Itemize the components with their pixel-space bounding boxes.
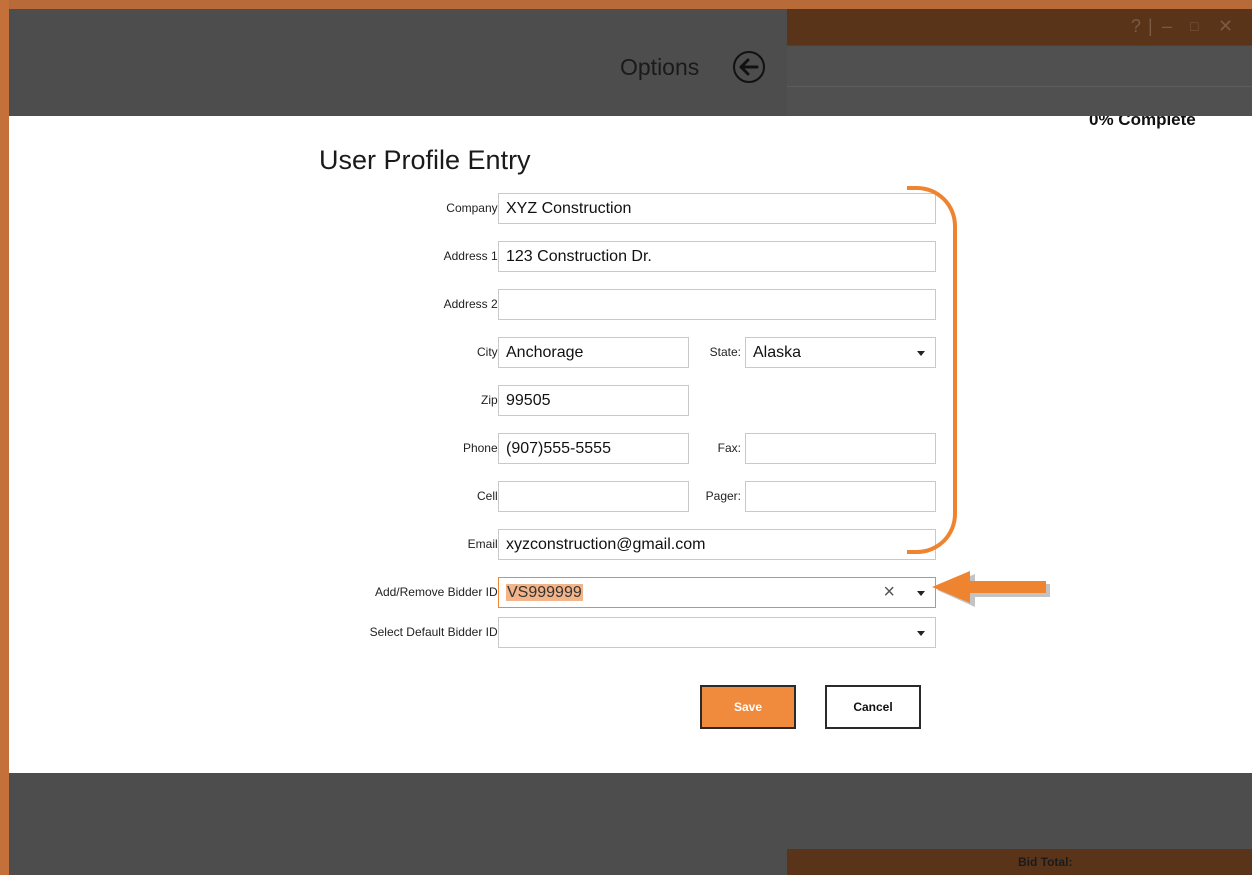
title-bar-separator: | <box>1148 16 1153 36</box>
back-button[interactable] <box>733 51 765 83</box>
minimize-button[interactable]: – <box>1162 14 1172 38</box>
cell-field[interactable] <box>498 481 689 512</box>
bidder-id-combobox[interactable]: VS999999 × <box>498 577 936 608</box>
default-bidder-label: Select Default Bidder ID: <box>369 625 501 639</box>
maximize-button[interactable]: □ <box>1190 14 1198 38</box>
window-frame-left <box>0 0 9 875</box>
pager-label: Pager: <box>705 489 741 503</box>
window-frame-top <box>0 0 1252 9</box>
close-button[interactable]: ✕ <box>1218 14 1233 38</box>
address1-label: Address 1: <box>443 249 501 263</box>
progress-text: 0% Complete <box>1089 116 1196 129</box>
clear-icon[interactable]: × <box>883 578 895 607</box>
address1-field[interactable]: 123 Construction Dr. <box>498 241 936 272</box>
bid-total-label: Bid Total: <box>1018 855 1073 869</box>
company-field[interactable]: XYZ Construction <box>498 193 936 224</box>
main-content: 0% Complete User Profile Entry Company: … <box>9 116 1252 773</box>
save-button[interactable]: Save <box>700 685 796 729</box>
phone-label: Phone: <box>462 441 501 455</box>
header-right-panel <box>787 45 1252 116</box>
company-label: Company: <box>446 201 501 215</box>
header-divider <box>787 86 1252 87</box>
email-label: Email: <box>467 537 501 551</box>
bidder-id-value: VS999999 <box>506 584 583 601</box>
address2-label: Address 2: <box>443 297 501 311</box>
title-bar-strip <box>787 9 1252 45</box>
dropdown-arrow-icon <box>917 631 925 636</box>
cancel-button[interactable]: Cancel <box>825 685 921 729</box>
arrow-left-icon <box>739 58 759 76</box>
help-button[interactable]: ? <box>1131 14 1141 38</box>
form-title: User Profile Entry <box>319 145 531 175</box>
page-title: Options <box>620 54 700 80</box>
city-field[interactable]: Anchorage <box>498 337 689 368</box>
email-field[interactable]: xyzconstruction@gmail.com <box>498 529 936 560</box>
state-label: State: <box>709 345 741 359</box>
bidder-id-label: Add/Remove Bidder ID: <box>374 585 501 599</box>
phone-field[interactable]: (907)555-5555 <box>498 433 689 464</box>
address2-field[interactable] <box>498 289 936 320</box>
zip-field[interactable]: 99505 <box>498 385 689 416</box>
dropdown-arrow-icon[interactable] <box>917 591 925 596</box>
highlight-bracket <box>907 186 957 554</box>
pointer-arrow-icon <box>932 571 1050 607</box>
fax-label: Fax: <box>717 441 741 455</box>
state-value: Alaska <box>753 344 802 361</box>
default-bidder-dropdown[interactable] <box>498 617 936 648</box>
